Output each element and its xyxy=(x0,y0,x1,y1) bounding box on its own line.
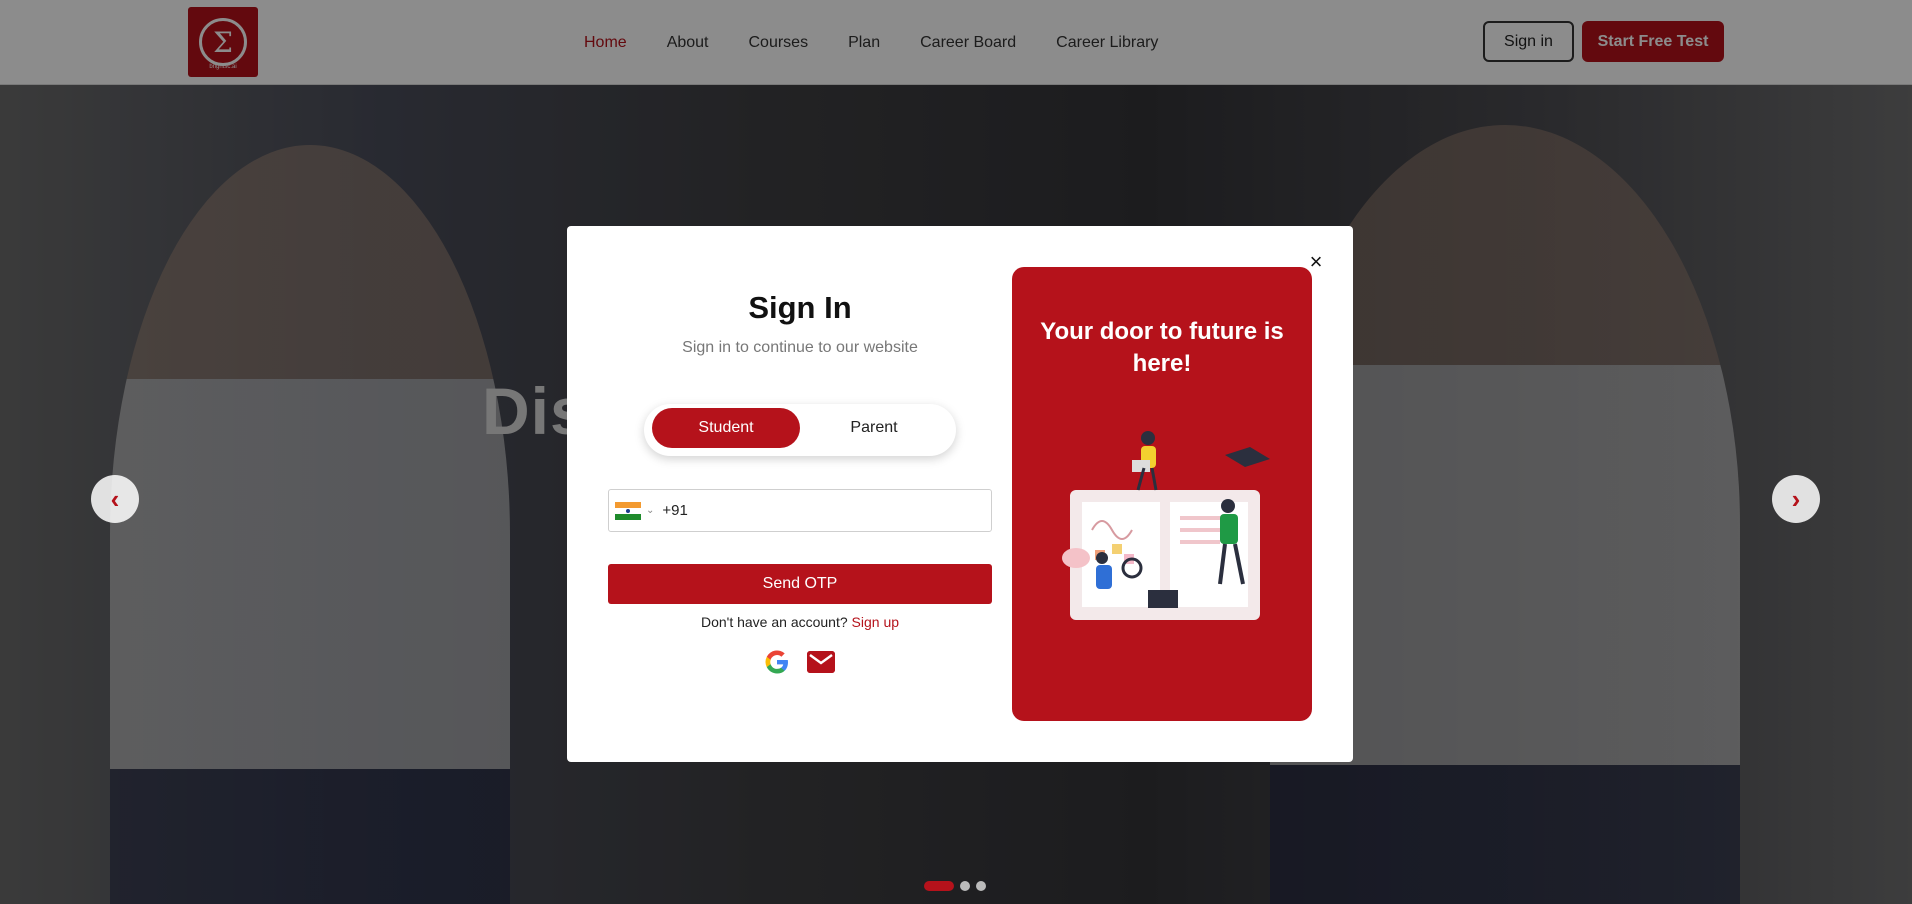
promo-title: Your door to future is here! xyxy=(1040,318,1284,377)
study-illustration xyxy=(1060,420,1280,630)
carousel-prev-button[interactable]: ‹ xyxy=(91,475,139,523)
close-icon: × xyxy=(1309,249,1323,274)
india-flag-icon[interactable] xyxy=(615,501,641,520)
signup-link[interactable]: Sign up xyxy=(852,614,899,630)
toggle-student[interactable]: Student xyxy=(652,408,800,448)
phone-input-group: ⌄ xyxy=(608,489,992,532)
social-login xyxy=(763,648,835,676)
signup-prompt-text: Don't have an account? xyxy=(700,614,848,630)
carousel-dot-3[interactable] xyxy=(976,881,986,891)
carousel-next-button[interactable]: › xyxy=(1772,475,1820,523)
carousel-dots xyxy=(924,881,986,891)
chevron-right-icon: › xyxy=(1791,483,1801,514)
google-icon[interactable] xyxy=(763,648,791,676)
signup-prompt: Don't have an account? Sign up xyxy=(608,614,992,630)
send-otp-button[interactable]: Send OTP xyxy=(608,564,992,604)
carousel-dot-1[interactable] xyxy=(924,881,954,891)
chevron-down-icon[interactable]: ⌄ xyxy=(646,505,654,516)
toggle-parent[interactable]: Parent xyxy=(800,408,948,448)
role-toggle: Student Parent xyxy=(644,404,956,456)
carousel-dot-2[interactable] xyxy=(960,881,970,891)
phone-input[interactable] xyxy=(662,502,963,519)
mail-icon[interactable] xyxy=(807,651,835,673)
modal-subtitle: Sign in to continue to our website xyxy=(682,339,918,356)
modal-title: Sign In xyxy=(748,290,852,325)
chevron-left-icon: ‹ xyxy=(110,483,120,514)
